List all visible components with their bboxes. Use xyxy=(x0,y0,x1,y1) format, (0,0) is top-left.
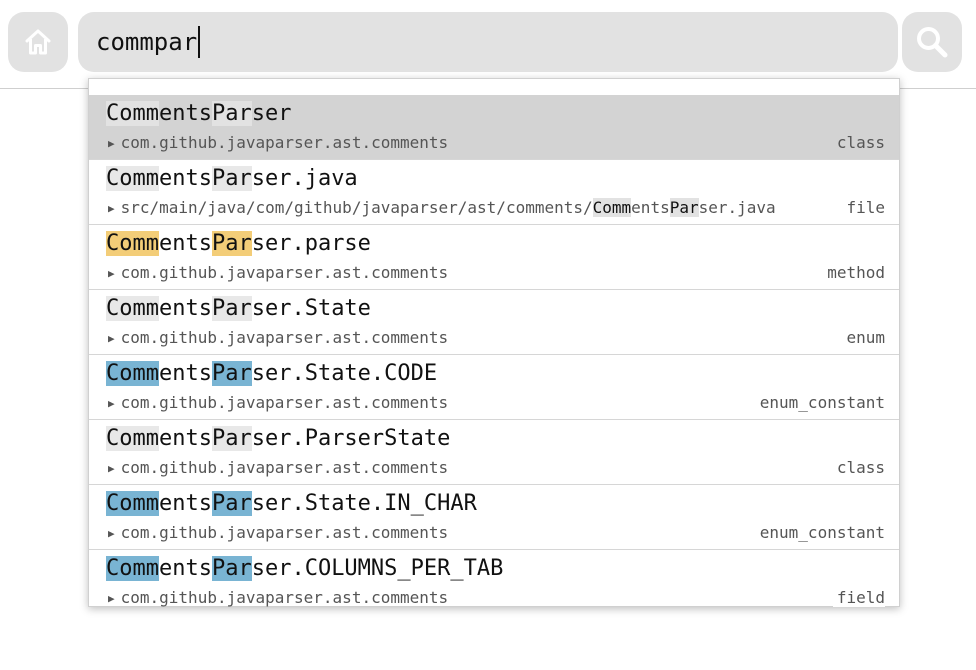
match-highlight: Par xyxy=(211,296,252,321)
suggestion-item[interactable]: CommentsParser ▶ com.github.javaparser.ast… xyxy=(89,95,899,160)
suggestion-kind: enum xyxy=(842,328,885,347)
suggestion-path: ▶ com.github.javaparser.ast.comments xyxy=(108,328,828,347)
match-highlight: Par xyxy=(211,101,252,126)
suggestion-title: CommentsParser xyxy=(106,101,291,126)
suggestion-title: CommentsParser.State.IN_CHAR xyxy=(106,491,477,516)
match-highlight: Comm xyxy=(592,198,632,217)
triangle-right-icon: ▶ xyxy=(108,592,115,605)
title-text: ser.State.CODE xyxy=(251,361,438,386)
title-text: ents xyxy=(158,426,212,451)
suggestion-title: CommentsParser.parse xyxy=(106,231,371,256)
suggestion-title: CommentsParser.ParserState xyxy=(106,426,450,451)
triangle-right-icon: ▶ xyxy=(108,332,115,345)
path-text: src/main/java/com/github/javaparser/ast/… xyxy=(120,198,593,217)
triangle-right-icon: ▶ xyxy=(108,267,115,280)
suggestion-kind: enum_constant xyxy=(755,523,885,542)
path-text: com.github.javaparser.ast.comments xyxy=(120,393,449,412)
search-button[interactable] xyxy=(902,12,962,72)
title-text: ents xyxy=(158,361,212,386)
path-text: ents xyxy=(631,198,670,217)
suggestion-item[interactable]: CommentsParser.State.IN_CHAR ▶ com.github.… xyxy=(89,485,899,550)
home-button[interactable] xyxy=(8,12,68,72)
title-text: ser.State xyxy=(251,296,371,321)
triangle-right-icon: ▶ xyxy=(108,202,115,215)
suggestion-kind: method xyxy=(823,263,885,282)
match-highlight: Par xyxy=(211,166,252,191)
path-text: com.github.javaparser.ast.comments xyxy=(120,263,449,282)
match-highlight: Comm xyxy=(106,556,159,581)
text-caret xyxy=(198,26,201,58)
title-text: ser.parse xyxy=(251,231,371,256)
match-highlight: Par xyxy=(211,231,252,256)
suggestion-kind: enum_constant xyxy=(755,393,885,412)
suggestion-path: ▶ com.github.javaparser.ast.comments xyxy=(108,263,828,282)
suggestion-path: ▶ com.github.javaparser.ast.comments xyxy=(108,133,828,152)
path-text: com.github.javaparser.ast.comments xyxy=(120,523,449,542)
match-highlight: Comm xyxy=(106,361,159,386)
match-highlight: Par xyxy=(669,198,699,217)
match-highlight: Comm xyxy=(106,166,159,191)
title-text: ents xyxy=(158,556,212,581)
autocomplete-dropdown: CommentsParser ▶ com.github.javaparser.ast… xyxy=(88,78,900,607)
path-text: com.github.javaparser.ast.comments xyxy=(120,133,449,152)
suggestion-item[interactable]: CommentsParser.State.CODE ▶ com.github.jav… xyxy=(89,355,899,420)
match-highlight: Par xyxy=(211,556,252,581)
triangle-right-icon: ▶ xyxy=(108,397,115,410)
search-box[interactable]: commpar xyxy=(78,12,898,72)
match-highlight: Par xyxy=(211,491,252,516)
search-input[interactable]: commpar xyxy=(96,28,197,56)
home-icon xyxy=(25,29,51,55)
suggestion-kind: file xyxy=(842,198,885,217)
page: commpar CommentsParser ▶ com.github.javapa… xyxy=(0,0,976,670)
suggestion-path: ▶ com.github.javaparser.ast.comments xyxy=(108,458,828,477)
suggestion-title: CommentsParser.State xyxy=(106,296,371,321)
suggestion-kind: field xyxy=(832,588,885,607)
suggestion-path: ▶ com.github.javaparser.ast.comments xyxy=(108,523,828,542)
path-text: com.github.javaparser.ast.comments xyxy=(120,458,449,477)
title-text: ser xyxy=(251,101,292,126)
match-highlight: Par xyxy=(211,426,252,451)
suggestion-item[interactable]: CommentsParser.ParserState ▶ com.github.ja… xyxy=(89,420,899,485)
suggestion-item[interactable]: CommentsParser.COLUMNS_PER_TAB ▶ com.githu… xyxy=(89,550,899,607)
match-highlight: Comm xyxy=(106,231,159,256)
title-text: ents xyxy=(158,101,212,126)
suggestion-path: ▶ com.github.javaparser.ast.comments xyxy=(108,588,828,607)
triangle-right-icon: ▶ xyxy=(108,527,115,540)
triangle-right-icon: ▶ xyxy=(108,137,115,150)
suggestion-item[interactable]: CommentsParser.java ▶ src/main/java/com/gi… xyxy=(89,160,899,225)
suggestion-title: CommentsParser.State.CODE xyxy=(106,361,437,386)
match-highlight: Par xyxy=(211,361,252,386)
suggestion-item[interactable]: CommentsParser.parse ▶ com.github.javapars… xyxy=(89,225,899,290)
suggestion-title: CommentsParser.COLUMNS_PER_TAB xyxy=(106,556,503,581)
title-text: ser.State.IN_CHAR xyxy=(251,491,477,516)
suggestion-path: ▶ src/main/java/com/github/javaparser/ast… xyxy=(108,198,828,217)
title-text: ser.java xyxy=(251,166,358,191)
search-icon xyxy=(917,27,948,58)
suggestion-path: ▶ com.github.javaparser.ast.comments xyxy=(108,393,828,412)
title-text: ser.COLUMNS_PER_TAB xyxy=(251,556,504,581)
suggestion-title: CommentsParser.java xyxy=(106,166,358,191)
suggestion-item[interactable]: CommentsParser.State ▶ com.github.javapars… xyxy=(89,290,899,355)
title-text: ser.ParserState xyxy=(251,426,451,451)
suggestion-kind: class xyxy=(832,458,885,477)
path-text: com.github.javaparser.ast.comments xyxy=(120,588,449,607)
title-text: ents xyxy=(158,166,212,191)
match-highlight: Comm xyxy=(106,491,159,516)
title-text: ents xyxy=(158,231,212,256)
match-highlight: Comm xyxy=(106,101,159,126)
triangle-right-icon: ▶ xyxy=(108,462,115,475)
path-text: ser.java xyxy=(698,198,776,217)
title-text: ents xyxy=(158,491,212,516)
match-highlight: Comm xyxy=(106,296,159,321)
match-highlight: Comm xyxy=(106,426,159,451)
suggestion-kind: class xyxy=(832,133,885,152)
title-text: ents xyxy=(158,296,212,321)
path-text: com.github.javaparser.ast.comments xyxy=(120,328,449,347)
